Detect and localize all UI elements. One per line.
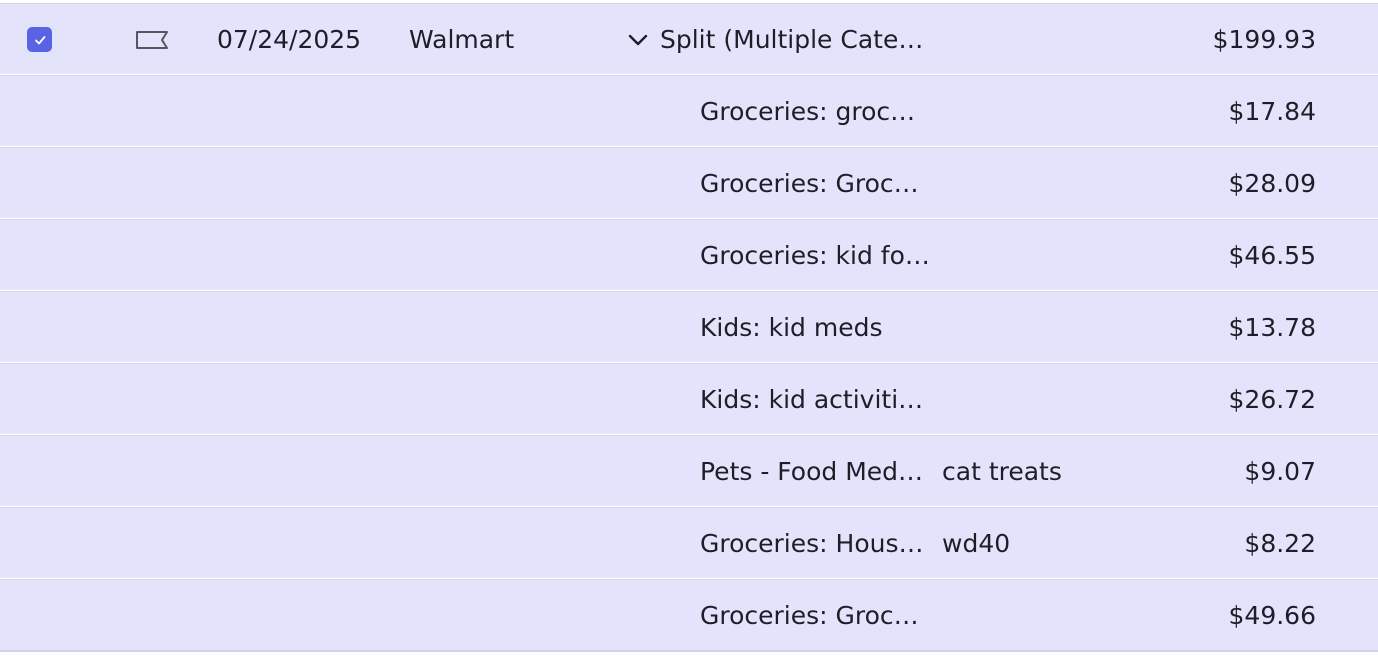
split-category[interactable]: Groceries: Groc… [700,148,932,218]
split-amount: $49.66 [1228,600,1316,630]
transaction-table: 07/24/2025 Walmart Split (Multiple Cate…… [0,0,1378,660]
split-amount: $17.84 [1228,96,1316,126]
transaction-row[interactable]: 07/24/2025 Walmart Split (Multiple Cate…… [0,3,1378,74]
split-row[interactable]: Kids: kid meds $13.78 [0,291,1378,362]
split-note[interactable]: wd40 [942,508,1142,578]
split-category-label[interactable]: Split (Multiple Cate… [660,4,940,74]
split-category[interactable]: Pets - Food Med… [700,436,932,506]
split-row[interactable]: Groceries: kid fo… $46.55 [0,219,1378,290]
split-amount: $46.55 [1228,240,1316,270]
select-checkbox[interactable] [27,27,52,52]
chevron-down-icon[interactable] [626,31,650,49]
split-category[interactable]: Kids: kid activiti… [700,364,932,434]
transaction-date: 07/24/2025 [217,24,362,54]
split-row[interactable]: Groceries: Hous… wd40 $8.22 [0,507,1378,578]
split-note[interactable] [942,148,1142,218]
split-row[interactable]: Pets - Food Med… cat treats $9.07 [0,435,1378,506]
transaction-amount: $199.93 [1212,24,1316,54]
split-amount: $28.09 [1228,168,1316,198]
split-note[interactable] [942,364,1142,434]
merchant-name[interactable]: Walmart [409,4,609,74]
split-amount: $13.78 [1228,312,1316,342]
split-note[interactable] [942,292,1142,362]
split-category[interactable]: Groceries: kid fo… [700,220,932,290]
flag-icon[interactable] [135,30,169,50]
split-amount: $26.72 [1228,384,1316,414]
split-note[interactable]: cat treats [942,436,1142,506]
split-category[interactable]: Groceries: Hous… [700,508,932,578]
divider [0,650,1378,652]
split-category[interactable]: Kids: kid meds [700,292,932,362]
split-category[interactable]: Groceries: groc… [700,76,932,146]
split-note[interactable] [942,220,1142,290]
split-category[interactable]: Groceries: Groc… [700,580,932,650]
split-row[interactable]: Kids: kid activiti… $26.72 [0,363,1378,434]
split-row[interactable]: Groceries: Groc… $49.66 [0,579,1378,650]
split-note[interactable] [942,580,1142,650]
checkmark-icon [34,35,45,44]
split-amount: $8.22 [1244,528,1316,558]
split-amount: $9.07 [1244,456,1316,486]
split-row[interactable]: Groceries: Groc… $28.09 [0,147,1378,218]
split-note[interactable] [942,76,1142,146]
split-row[interactable]: Groceries: groc… $17.84 [0,75,1378,146]
